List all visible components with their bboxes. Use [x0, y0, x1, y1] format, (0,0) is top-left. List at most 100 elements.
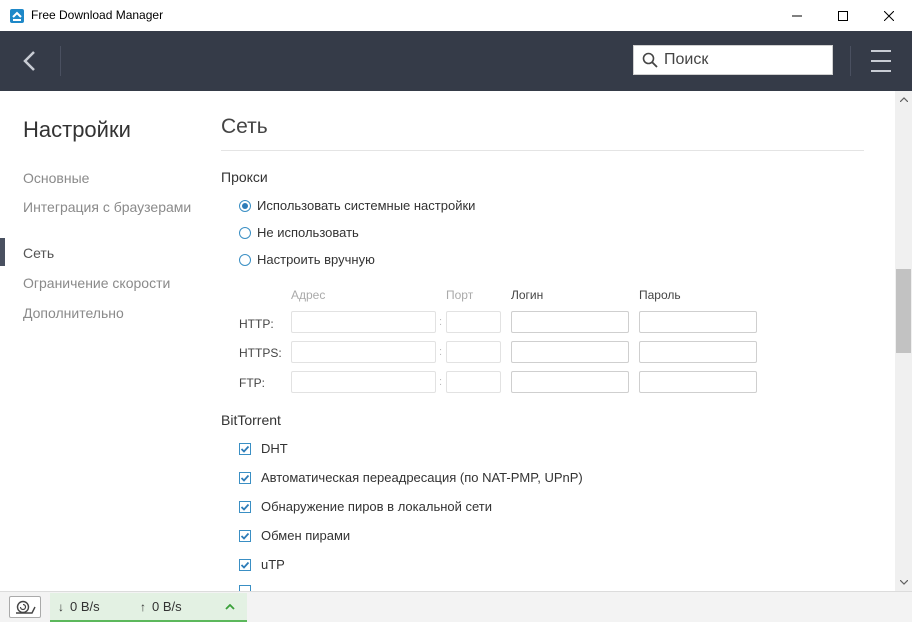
snail-icon	[16, 600, 36, 614]
checkbox-local-peer-discovery[interactable]: Обнаружение пиров в локальной сети	[239, 499, 492, 514]
app-header	[0, 31, 912, 91]
sidebar-item-general[interactable]: Основные	[23, 170, 193, 186]
upload-speed-value: 0 B/s	[152, 599, 182, 614]
header-divider	[60, 46, 61, 76]
checkbox-label: Автоматическая переадресация (по NAT-PMP…	[261, 470, 583, 485]
menu-icon	[871, 70, 891, 72]
minimize-button[interactable]	[774, 0, 820, 31]
column-header-port: Порт	[446, 288, 474, 302]
radio-unselected[interactable]	[239, 226, 251, 239]
proxy-row-label-http: HTTP:	[239, 317, 274, 331]
back-button[interactable]	[0, 31, 58, 91]
settings-sidebar: Настройки Основные Интеграция с браузера…	[0, 91, 200, 591]
http-login-field[interactable]	[511, 311, 629, 333]
https-password-field[interactable]	[639, 341, 757, 363]
search-input[interactable]	[664, 51, 824, 69]
checkbox-utp[interactable]: uTP	[239, 557, 285, 572]
chevron-up-icon	[225, 604, 235, 610]
http-port-field[interactable]	[446, 311, 501, 333]
window-title: Free Download Manager	[31, 8, 164, 22]
status-bar: ↓ 0 B/s ↑ 0 B/s	[0, 591, 912, 622]
close-button[interactable]	[866, 0, 912, 31]
ftp-password-field[interactable]	[639, 371, 757, 393]
checkmark-icon	[240, 532, 250, 540]
settings-content: Сеть Прокси Использовать системные настр…	[221, 91, 864, 591]
title-divider	[221, 150, 864, 151]
http-password-field[interactable]	[639, 311, 757, 333]
speed-mode-button[interactable]	[9, 596, 41, 618]
download-speed-value: 0 B/s	[70, 599, 100, 614]
checkmark-icon	[240, 474, 250, 482]
colon-separator: :	[439, 316, 443, 328]
https-login-field[interactable]	[511, 341, 629, 363]
radio-label: Настроить вручную	[257, 252, 375, 267]
checkbox-checked[interactable]	[239, 471, 251, 484]
checkbox-checked[interactable]	[239, 529, 251, 542]
checkbox-auto-port-forwarding[interactable]: Автоматическая переадресация (по NAT-PMP…	[239, 470, 583, 485]
http-address-field[interactable]	[291, 311, 436, 333]
checkbox-checked[interactable]	[239, 500, 251, 513]
hamburger-menu-button[interactable]	[864, 47, 898, 75]
ftp-port-field[interactable]	[446, 371, 501, 393]
checkbox-dht[interactable]: DHT	[239, 441, 288, 456]
checkbox-peer-exchange[interactable]: Обмен пирами	[239, 528, 350, 543]
speed-panel[interactable]: ↓ 0 B/s ↑ 0 B/s	[50, 593, 247, 622]
page-title: Сеть	[221, 115, 268, 138]
sidebar-item-browser-integration[interactable]: Интеграция с браузерами	[23, 199, 193, 215]
bittorrent-section-label: BitTorrent	[221, 412, 281, 428]
arrow-up-icon: ↑	[140, 599, 146, 614]
menu-icon	[871, 60, 891, 62]
checkbox-label: Обнаружение пиров в локальной сети	[261, 499, 493, 514]
ftp-login-field[interactable]	[511, 371, 629, 393]
expand-speed-button[interactable]	[222, 599, 238, 615]
checkmark-icon	[240, 561, 250, 569]
sidebar-title: Настройки	[23, 117, 131, 142]
chevron-up-icon	[899, 97, 908, 102]
checkbox-label: uTP	[261, 557, 285, 572]
https-port-field[interactable]	[446, 341, 501, 363]
proxy-row-label-ftp: FTP:	[239, 376, 265, 390]
arrow-down-icon: ↓	[58, 599, 64, 614]
radio-label: Не использовать	[257, 225, 359, 240]
checkmark-icon	[240, 503, 250, 511]
close-icon	[884, 10, 894, 21]
sidebar-item-advanced[interactable]: Дополнительно	[23, 305, 193, 321]
checkbox-checked[interactable]	[239, 442, 251, 455]
minimize-icon	[792, 15, 802, 16]
proxy-row-label-https: HTTPS:	[239, 346, 282, 360]
sidebar-item-network[interactable]: Сеть	[23, 245, 193, 261]
search-box[interactable]	[633, 45, 833, 75]
checkmark-icon	[240, 445, 250, 453]
download-speed: ↓ 0 B/s	[58, 599, 100, 614]
fdm-app-icon	[10, 9, 24, 23]
scroll-up-button[interactable]	[895, 91, 912, 108]
proxy-section-label: Прокси	[221, 169, 268, 185]
search-icon	[642, 52, 658, 68]
scroll-down-button[interactable]	[895, 574, 912, 591]
column-header-password: Пароль	[639, 288, 681, 302]
maximize-button[interactable]	[820, 0, 866, 31]
chevron-down-icon	[899, 580, 908, 585]
radio-unselected[interactable]	[239, 253, 251, 266]
column-header-login: Логин	[511, 288, 544, 302]
checkbox-checked[interactable]	[239, 558, 251, 571]
radio-proxy-manual[interactable]: Настроить вручную	[239, 252, 375, 267]
upload-speed: ↑ 0 B/s	[140, 599, 182, 614]
column-header-address: Адрес	[291, 288, 326, 302]
radio-selected[interactable]	[239, 199, 251, 212]
radio-proxy-system[interactable]: Использовать системные настройки	[239, 198, 475, 213]
checkbox-label: Обмен пирами	[261, 528, 351, 543]
sidebar-item-speed-limit[interactable]: Ограничение скорости	[23, 275, 193, 291]
https-address-field[interactable]	[291, 341, 436, 363]
ftp-address-field[interactable]	[291, 371, 436, 393]
radio-proxy-none[interactable]: Не использовать	[239, 225, 359, 240]
menu-icon	[871, 50, 891, 52]
active-item-marker	[0, 238, 5, 266]
checkbox-label: DHT	[261, 441, 288, 456]
title-bar: Free Download Manager	[0, 0, 912, 31]
colon-separator: :	[439, 376, 443, 388]
maximize-icon	[838, 10, 848, 21]
vertical-scrollbar[interactable]	[895, 91, 912, 591]
chevron-left-icon	[23, 51, 35, 71]
scrollbar-thumb[interactable]	[896, 269, 911, 353]
